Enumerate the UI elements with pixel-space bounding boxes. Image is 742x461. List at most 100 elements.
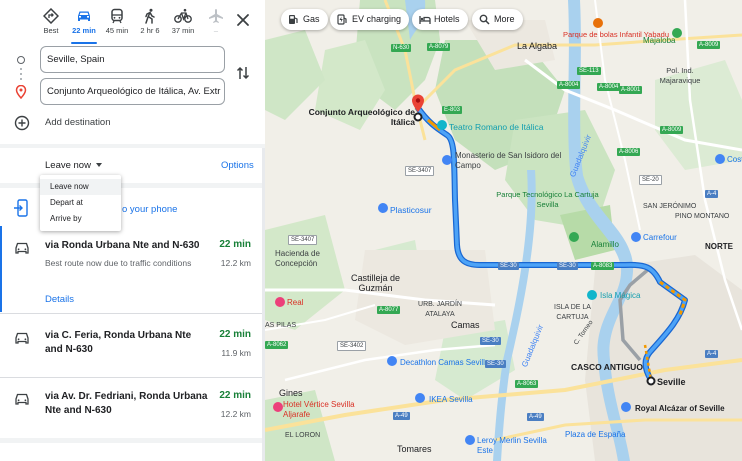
train-icon [111,8,123,24]
road-shield: SE-30 [498,262,519,270]
map-label[interactable]: Leroy Merlin Sevilla Este [477,436,547,456]
shop-icon[interactable] [631,232,641,242]
route-name: via C. Feria, Ronda Urbana Nte and N-630 [45,330,192,355]
route-option[interactable]: via Av. Dr. Fedriani, Ronda Urbana Nte a… [0,377,265,437]
route-content: via C. Feria, Ronda Urbana Nte and N-630… [0,329,265,369]
bed-icon [419,16,431,24]
chip-ev-label: EV charging [352,14,402,24]
map-label[interactable]: Camas [451,320,480,330]
route-time: 22 min [219,390,251,401]
map-label[interactable]: NORTE [705,242,733,252]
mode-best[interactable]: Best [34,6,68,40]
map-label[interactable]: Conjunto Arqueológico de Itálica [303,107,415,127]
map-label[interactable]: PINO MONTANO [675,212,729,222]
map-label[interactable]: Tomares [397,444,432,454]
car-icon [15,332,29,344]
map-label[interactable]: Decathlon Camas Sevilla [370,358,489,368]
map-label[interactable]: SAN JERÓNIMO [643,202,696,212]
map-label[interactable]: CASCO ANTIGUO [571,362,643,372]
shop-icon[interactable] [378,203,388,213]
close-directions-button[interactable] [233,10,253,30]
route-details-link[interactable]: Details [45,294,74,305]
options-button[interactable]: Options [221,160,254,171]
route-content: via Av. Dr. Fedriani, Ronda Urbana Nte a… [0,390,265,430]
road-shield: A-8004 [597,83,621,91]
mode-cycling[interactable]: 37 min [166,6,200,40]
map-label[interactable]: Royal Alcázar of Seville [635,404,725,414]
map-label[interactable]: Seville [657,377,686,387]
map-label[interactable]: Monasterio de San Isidoro del Campo [455,151,565,171]
mode-walking[interactable]: 2 hr 6 [133,6,167,40]
mode-flights[interactable]: – [199,6,233,40]
road-shield: A-8079 [427,43,451,51]
road-shield: SE-30 [485,360,506,368]
map-canvas[interactable]: Gas EV charging Hotels More La Algaba Pa… [265,0,742,461]
amusement-park-icon[interactable] [587,290,597,300]
chip-more[interactable]: More [472,9,523,30]
send-to-phone-label: o your phone [122,204,178,215]
map-label[interactable]: Costco [727,155,742,165]
departure-dropdown-menu: Leave now Depart at Arrive by [40,175,121,231]
map-label[interactable]: Hotel Vértice Sevilla Aljarafe [283,400,358,420]
map-label[interactable]: Teatro Romano de Itálica [449,122,544,132]
menu-item-arrive-by[interactable]: Arrive by [40,211,121,227]
chip-gas[interactable]: Gas [281,9,328,30]
map-label[interactable]: Carrefour [643,233,677,243]
map-label[interactable]: Hacienda de Concepción [275,249,345,269]
map-label[interactable]: Parque Tecnológico La Cartuja Sevilla [495,190,600,210]
road-shield: A-4 [705,350,719,358]
route-option[interactable]: via C. Feria, Ronda Urbana Nte and N-630… [0,313,265,376]
mode-walking-label: 2 hr 6 [140,26,160,35]
route-dot [20,78,22,80]
road-shield: SE-3407 [405,166,435,176]
chip-ev-charging[interactable]: EV charging [330,9,410,30]
mode-transit-label: 45 min [105,26,129,35]
leave-now-dropdown[interactable]: Leave now [45,160,102,171]
mode-best-label: Best [43,26,59,35]
menu-item-leave-now[interactable]: Leave now [40,179,121,195]
map-label[interactable]: AS PILAS [265,321,296,331]
map-label[interactable]: Plaza de España [565,430,626,440]
map-label[interactable]: Majaloba [643,36,675,46]
route-content: via Ronda Urbana Nte and N-630 22 min 12… [0,239,265,309]
origin-circle-icon [17,56,25,64]
swap-arrows-icon [236,66,250,80]
mode-transit[interactable]: 45 min [100,6,134,40]
map-label[interactable]: IKEA Sevilla [429,395,473,405]
shop-icon[interactable] [415,393,425,403]
menu-item-depart-at[interactable]: Depart at [40,195,121,211]
map-label[interactable]: Real [287,298,303,308]
route-note: Best route now due to traffic conditions [45,258,192,268]
monastery-icon[interactable] [442,155,452,165]
shop-icon[interactable] [465,435,475,445]
caret-down-icon [95,163,102,168]
close-icon [237,14,249,26]
destination-input[interactable]: Conjunto Arqueológico de Itálica, Av. Ex… [40,78,225,105]
map-label[interactable]: URB. JARDÍN ATALAYA [410,300,470,320]
chip-hotels[interactable]: Hotels [412,9,468,30]
car-icon [78,11,90,21]
park-icon[interactable] [569,232,579,242]
map-label[interactable]: EL LORON [285,431,320,441]
route-dot [20,68,22,70]
theater-icon[interactable] [437,120,447,130]
map-label[interactable]: ISLA DE LA CARTUJA [545,303,600,323]
road-shield: SE-3407 [288,235,318,245]
map-label[interactable]: Gines [279,388,303,398]
map-label[interactable]: Plasticosur [390,205,432,215]
map-label[interactable]: Castilleja de Guzmán [348,273,403,293]
mode-driving[interactable]: 22 min [67,6,101,44]
map-label[interactable]: La Algaba [517,41,557,51]
origin-input[interactable]: Seville, Spain [40,46,225,73]
swap-locations-button[interactable] [236,65,250,84]
playground-icon[interactable] [593,18,603,28]
add-destination-button[interactable]: Add destination [14,114,234,134]
hotel-icon[interactable] [273,402,283,412]
shop-icon[interactable] [715,154,725,164]
shop-icon[interactable] [275,297,285,307]
map-label[interactable]: Alamillo [591,240,619,250]
map-label[interactable]: Pol. Ind. Majaravique [650,66,710,86]
route-option[interactable]: via Ronda Urbana Nte and N-630 22 min 12… [0,226,265,312]
map-label[interactable]: Isla Mágica [600,291,640,301]
landmark-icon[interactable] [621,402,631,412]
